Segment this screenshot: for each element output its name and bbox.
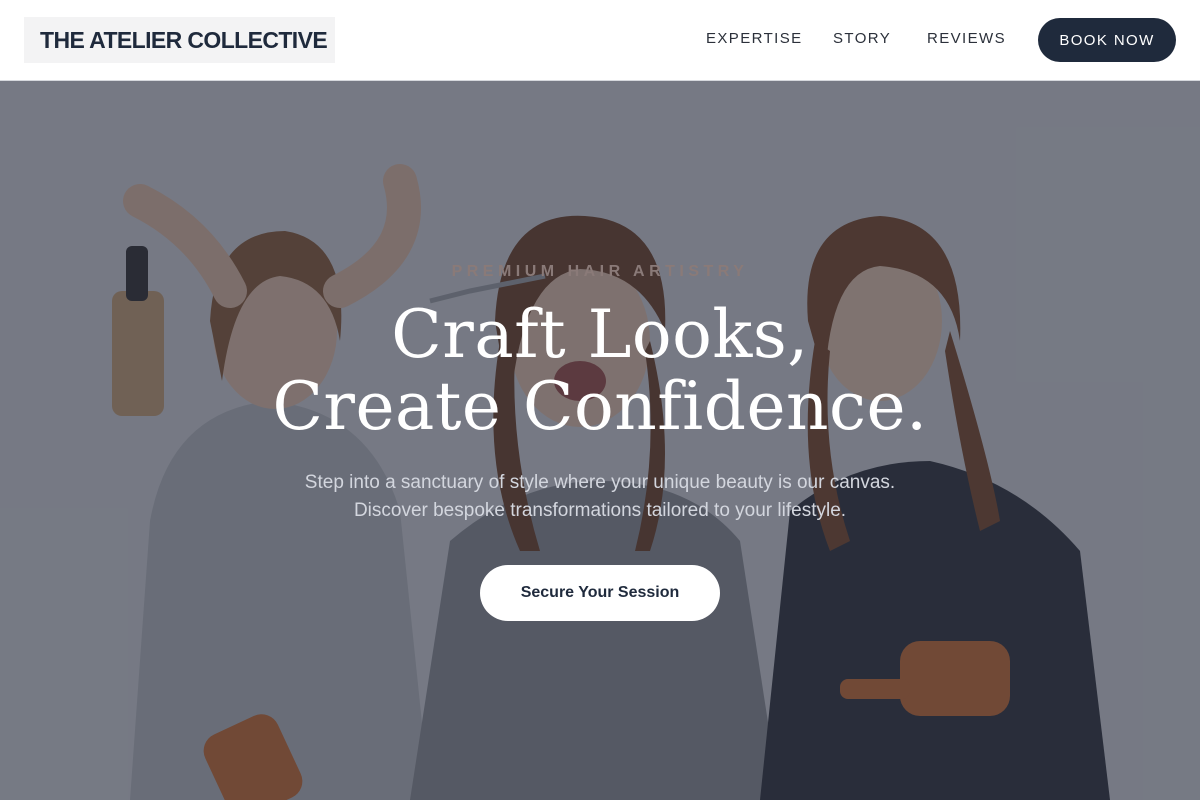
hero-subtext-line1: Step into a sanctuary of style where you… (304, 472, 896, 493)
hero-subtext: Step into a sanctuary of style where you… (0, 469, 1200, 525)
secure-session-button[interactable]: Secure Your Session (480, 565, 720, 621)
book-now-button[interactable]: BOOK NOW (1038, 18, 1176, 62)
hero-headline: Craft Looks, Create Confidence. (0, 299, 1200, 443)
hero-content: PREMIUM HAIR ARTISTRY Craft Looks, Creat… (0, 81, 1200, 800)
nav-link-expertise[interactable]: EXPERTISE (706, 30, 803, 47)
hero-headline-line1: Craft Looks, (391, 296, 809, 373)
hero-eyebrow: PREMIUM HAIR ARTISTRY (451, 263, 749, 280)
nav-link-reviews[interactable]: REVIEWS (927, 30, 1006, 47)
hero-subtext-line2: Discover bespoke transformations tailore… (353, 500, 847, 521)
top-navigation: THE ATELIER COLLECTIVE EXPERTISE STORY R… (0, 0, 1200, 81)
nav-link-story[interactable]: STORY (833, 30, 891, 47)
hero-headline-line2: Create Confidence. (272, 368, 928, 445)
nav-links: EXPERTISE STORY REVIEWS (0, 0, 1200, 80)
hero-section: PREMIUM HAIR ARTISTRY Craft Looks, Creat… (0, 81, 1200, 800)
